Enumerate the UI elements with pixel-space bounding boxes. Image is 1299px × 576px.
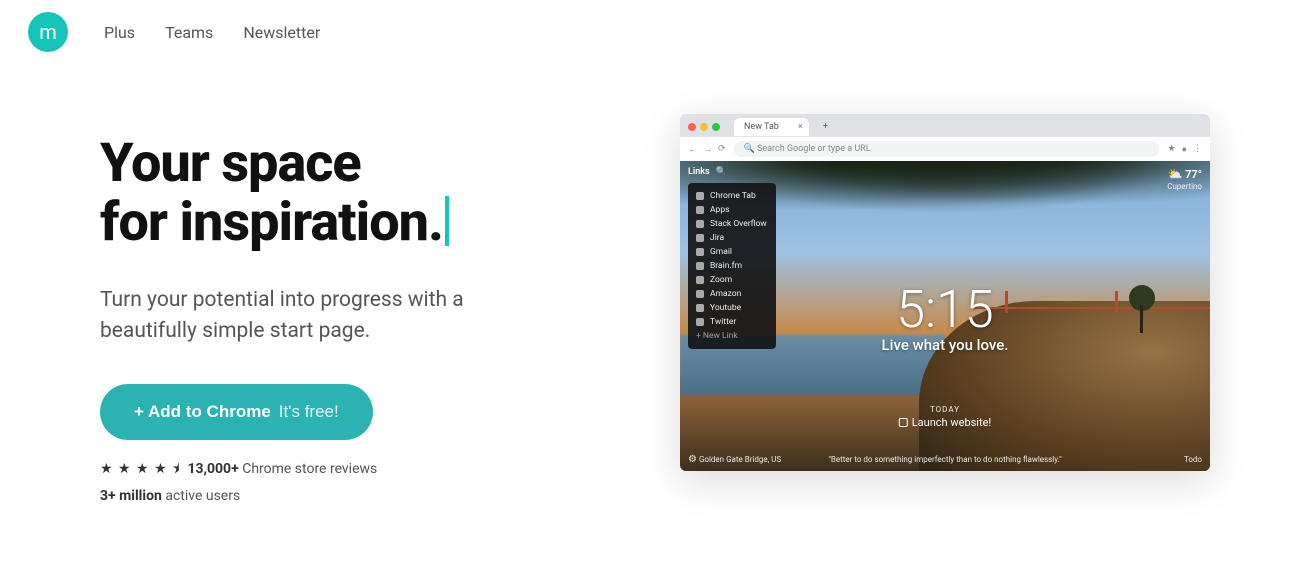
- weather-widget: ⛅ 77° Cupertino: [1167, 167, 1202, 193]
- link-icon: [696, 304, 704, 312]
- newtab-viewport: Links 🔍 ⛅ 77° Cupertino Chrome Tab Apps …: [680, 161, 1210, 471]
- product-preview: New Tab × + ← → ⟳ 🔍 Search Google or typ…: [680, 114, 1210, 471]
- site-header: m Plus Teams Newsletter: [0, 0, 1299, 64]
- link-icon: [696, 206, 704, 214]
- today-label: TODAY: [899, 405, 992, 414]
- link-icon: [696, 220, 704, 228]
- link-icon: [696, 192, 704, 200]
- address-bar: 🔍 Search Google or type a URL: [734, 141, 1160, 157]
- weather-location: Cupertino: [1167, 182, 1202, 191]
- list-item: Twitter: [696, 315, 768, 329]
- hero-title-line2: for inspiration.: [100, 191, 443, 254]
- close-window-icon: [688, 123, 696, 131]
- close-tab-icon: ×: [798, 122, 803, 132]
- reviews-count: 13,000+: [187, 461, 238, 477]
- weather-icon: ⛅: [1168, 167, 1183, 181]
- cta-free-badge: It's free!: [279, 402, 339, 422]
- browser-tabstrip: New Tab × +: [680, 114, 1210, 136]
- hero-text: Your space for inspiration. Turn your po…: [100, 114, 620, 504]
- link-icon: [696, 290, 704, 298]
- link-icon: [696, 262, 704, 270]
- browser-tab: New Tab ×: [734, 118, 809, 136]
- address-placeholder: Search Google or type a URL: [757, 144, 871, 154]
- users-count: 3+ million: [100, 488, 162, 504]
- hero-title: Your space for inspiration.: [100, 134, 620, 253]
- users-text: active users: [165, 488, 240, 504]
- window-controls: [688, 123, 720, 131]
- logo-letter: m: [39, 20, 57, 44]
- extension-icon: ★: [1167, 144, 1175, 155]
- gear-icon: ⚙: [688, 454, 697, 465]
- back-icon: ←: [688, 144, 697, 155]
- list-item: Brain.fm: [696, 259, 768, 273]
- link-icon: [696, 318, 704, 326]
- profile-icon: ●: [1182, 144, 1187, 155]
- search-icon: 🔍: [716, 167, 727, 177]
- list-item: Zoom: [696, 273, 768, 287]
- viewport-bottombar: ⚙ Golden Gate Bridge, US "Better to do s…: [688, 454, 1202, 465]
- new-link-row: + New Link: [696, 329, 768, 343]
- new-tab-icon: +: [823, 122, 828, 132]
- focus-block: TODAY Launch website!: [899, 405, 992, 429]
- nav-plus[interactable]: Plus: [104, 23, 135, 42]
- list-item: Amazon: [696, 287, 768, 301]
- checkbox-icon: [899, 418, 908, 427]
- links-label: Links: [688, 167, 710, 177]
- tab-label: New Tab: [744, 122, 779, 132]
- cursor-icon: [445, 196, 449, 246]
- focus-text: Launch website!: [912, 416, 992, 429]
- list-item: Youtube: [696, 301, 768, 315]
- social-proof: ★ ★ ★ ★ ⯨ 13,000+ Chrome store reviews 3…: [100, 458, 620, 504]
- browser-toolbar: ← → ⟳ 🔍 Search Google or type a URL ★ ● …: [680, 136, 1210, 161]
- menu-icon: ⋮: [1193, 144, 1202, 155]
- reviews-text: Chrome store reviews: [242, 461, 377, 477]
- weather-temp: 77°: [1185, 168, 1202, 181]
- nav-teams[interactable]: Teams: [165, 23, 213, 42]
- links-dropdown: Chrome Tab Apps Stack Overflow Jira Gmai…: [688, 183, 776, 349]
- clock-block: 5:15 Live what you love.: [882, 279, 1009, 354]
- forward-icon: →: [703, 144, 712, 155]
- link-icon: [696, 248, 704, 256]
- nav-newsletter[interactable]: Newsletter: [243, 23, 320, 42]
- cta-label: + Add to Chrome: [134, 402, 271, 422]
- hero: Your space for inspiration. Turn your po…: [0, 64, 1299, 544]
- star-rating-icon: ★ ★ ★ ★ ⯨: [100, 461, 181, 477]
- tree-deco: [1129, 285, 1155, 333]
- primary-nav: Plus Teams Newsletter: [104, 23, 320, 42]
- logo[interactable]: m: [28, 12, 68, 52]
- list-item: Stack Overflow: [696, 217, 768, 231]
- hero-title-line1: Your space: [100, 132, 361, 195]
- link-icon: [696, 276, 704, 284]
- focus-item: Launch website!: [899, 416, 992, 429]
- photo-credit: Golden Gate Bridge, US: [699, 455, 781, 464]
- daily-quote: "Better to do something imperfectly than…: [828, 455, 1061, 464]
- mantra-text: Live what you love.: [882, 336, 1009, 354]
- list-item: Chrome Tab: [696, 189, 768, 203]
- link-icon: [696, 234, 704, 242]
- list-item: Jira: [696, 231, 768, 245]
- clock-time: 5:15: [882, 279, 1009, 340]
- minimize-window-icon: [700, 123, 708, 131]
- list-item: Gmail: [696, 245, 768, 259]
- todo-label: Todo: [1184, 455, 1202, 464]
- add-to-chrome-button[interactable]: + Add to Chrome It's free!: [100, 384, 373, 440]
- list-item: Apps: [696, 203, 768, 217]
- reload-icon: ⟳: [718, 144, 726, 155]
- hero-subtitle: Turn your potential into progress with a…: [100, 285, 540, 348]
- maximize-window-icon: [712, 123, 720, 131]
